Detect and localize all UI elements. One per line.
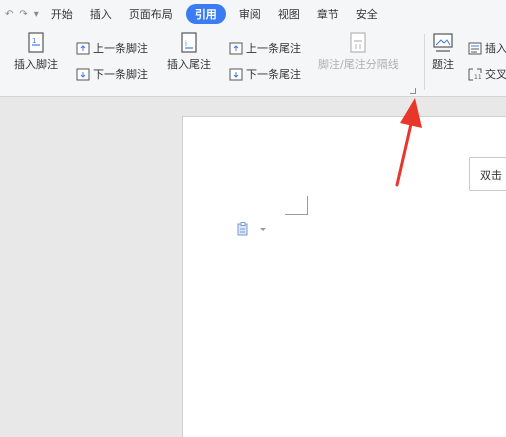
prev-endnote-label: 上一条尾注 xyxy=(246,42,301,55)
document-page[interactable] xyxy=(182,116,506,437)
undo-icon[interactable]: ↶ xyxy=(5,9,13,20)
paste-options-icon[interactable] xyxy=(236,222,268,236)
tab-bar: ↶ ↷ ▾ 开始 插入 页面布局 引用 审阅 视图 章节 安全 xyxy=(0,0,506,28)
header-edit-tooltip: 双击 xyxy=(469,157,506,191)
insert-table-of-figures-label: 插入 xyxy=(485,42,506,55)
group-separator xyxy=(424,34,425,90)
prev-endnote-icon xyxy=(229,42,243,54)
next-endnote-label: 下一条尾注 xyxy=(246,68,301,81)
next-endnote-button[interactable]: 下一条尾注 xyxy=(229,66,301,82)
svg-text:i: i xyxy=(185,40,187,48)
prev-footnote-icon xyxy=(76,42,90,54)
insert-footnote-icon: 1 xyxy=(28,32,44,53)
svg-text:1: 1 xyxy=(32,37,36,45)
caption-icon xyxy=(433,33,453,52)
insert-footnote-label: 插入脚注 xyxy=(14,58,58,71)
red-arrow-annotation xyxy=(395,98,422,187)
ribbon-panel: 1 插入脚注 上一条脚注 下一条脚注 i 插入尾注 上一条尾注 下一条尾注 脚注… xyxy=(0,28,506,97)
cross-reference-icon: 11 xyxy=(468,68,482,81)
insert-endnote-button[interactable]: i 插入尾注 xyxy=(167,32,211,72)
header-edit-tooltip-text: 双击 xyxy=(480,169,502,182)
tab-home[interactable]: 开始 xyxy=(51,6,73,22)
tab-view[interactable]: 视图 xyxy=(278,6,300,22)
next-endnote-icon xyxy=(229,68,243,80)
cross-reference-button[interactable]: 11 交叉 xyxy=(468,66,506,82)
cross-reference-label: 交叉 xyxy=(485,68,506,81)
dialog-launcher-icon[interactable] xyxy=(410,88,416,94)
margin-corner-mark xyxy=(285,196,308,215)
next-footnote-button[interactable]: 下一条脚注 xyxy=(76,66,148,82)
prev-footnote-label: 上一条脚注 xyxy=(93,42,148,55)
svg-text:11: 11 xyxy=(474,74,482,81)
tab-review[interactable]: 审阅 xyxy=(239,6,261,22)
tab-references[interactable]: 引用 xyxy=(185,4,226,24)
tab-insert[interactable]: 插入 xyxy=(90,6,112,22)
tab-security[interactable]: 安全 xyxy=(356,6,378,22)
redo-icon[interactable]: ↷ xyxy=(19,9,27,20)
table-of-figures-icon xyxy=(468,42,482,54)
ribbon-tabs: 开始 插入 页面布局 引用 审阅 视图 章节 安全 xyxy=(51,4,395,24)
caption-button[interactable]: 题注 xyxy=(432,32,454,72)
quick-access-dropdown-icon[interactable]: ▾ xyxy=(34,9,39,20)
prev-endnote-button[interactable]: 上一条尾注 xyxy=(229,40,301,56)
footnote-separator-button[interactable]: 脚注/尾注分隔线 xyxy=(318,32,399,72)
next-footnote-label: 下一条脚注 xyxy=(93,68,148,81)
prev-footnote-button[interactable]: 上一条脚注 xyxy=(76,40,148,56)
insert-footnote-button[interactable]: 1 插入脚注 xyxy=(14,32,58,72)
separator-line-icon xyxy=(350,32,366,53)
next-footnote-icon xyxy=(76,68,90,80)
tab-sections[interactable]: 章节 xyxy=(317,6,339,22)
footnote-separator-label: 脚注/尾注分隔线 xyxy=(318,58,399,71)
insert-table-of-figures-button[interactable]: 插入 xyxy=(468,40,506,56)
caption-label: 题注 xyxy=(432,58,454,71)
insert-endnote-label: 插入尾注 xyxy=(167,58,211,71)
quick-access-toolbar: ↶ ↷ ▾ xyxy=(0,9,45,20)
insert-endnote-icon: i xyxy=(181,32,197,53)
tab-page-layout[interactable]: 页面布局 xyxy=(129,6,173,22)
